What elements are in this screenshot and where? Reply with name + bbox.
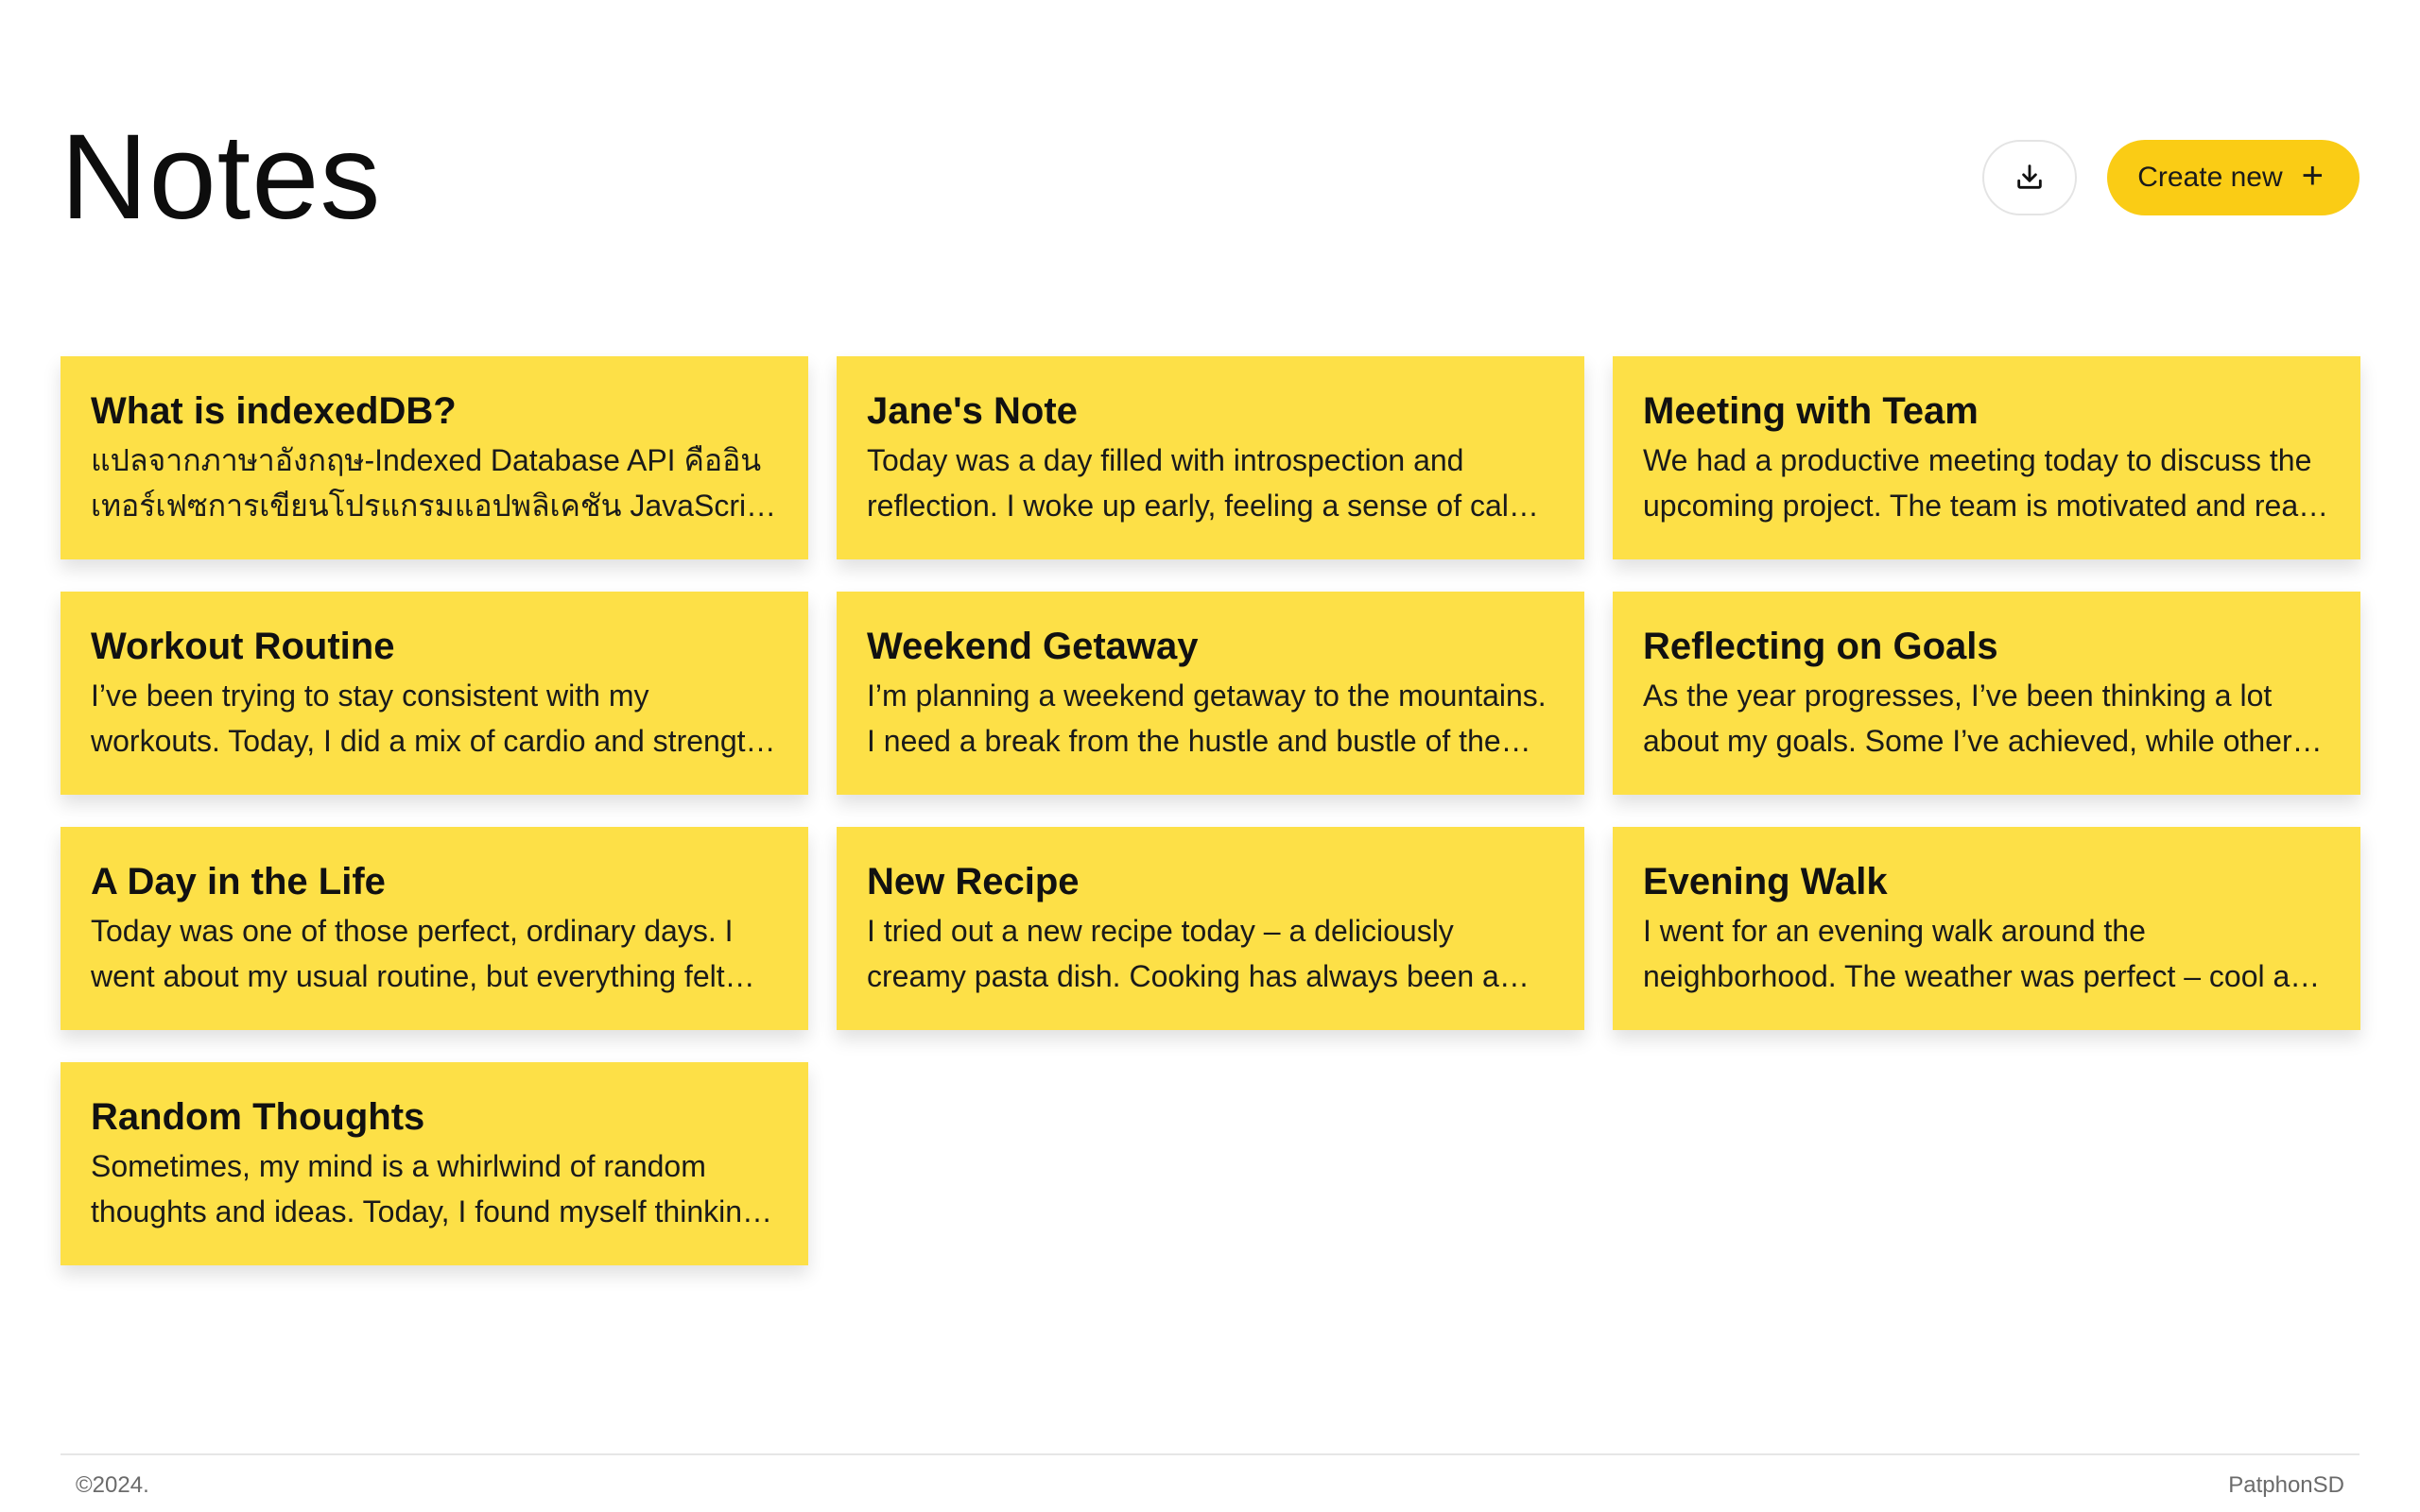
note-card[interactable]: A Day in the Life Today was one of those…	[60, 827, 808, 1030]
note-title: Reflecting on Goals	[1643, 626, 1998, 667]
note-card[interactable]: Weekend Getaway I’m planning a weekend g…	[837, 592, 1584, 795]
note-preview: I’m planning a weekend getaway to the mo…	[867, 679, 1547, 758]
note-title: Meeting with Team	[1643, 390, 1979, 432]
plus-icon: +	[2301, 155, 2324, 197]
export-button[interactable]	[1982, 140, 2078, 215]
note-card[interactable]: Meeting with Team We had a productive me…	[1613, 356, 2360, 559]
note-preview: I’ve been trying to stay consistent with…	[91, 679, 763, 758]
notes-page: Notes Create new + What is indexedDB? แป…	[0, 0, 2420, 1512]
notes-grid: What is indexedDB? แปลจากภาษาอังกฤษ-Inde…	[60, 356, 2360, 1265]
note-preview: Today was a day filled with introspectio…	[867, 443, 1534, 523]
note-title: A Day in the Life	[91, 861, 386, 902]
page-title: Notes	[60, 110, 382, 245]
note-preview: Today was one of those perfect, ordinary…	[91, 914, 734, 993]
create-new-label: Create new	[2137, 162, 2283, 193]
note-title: Evening Walk	[1643, 861, 1888, 902]
download-icon	[2014, 161, 2046, 196]
create-new-button[interactable]: Create new +	[2107, 140, 2360, 215]
note-card[interactable]: Reflecting on Goals As the year progress…	[1613, 592, 2360, 795]
note-card[interactable]: Evening Walk I went for an evening walk …	[1613, 827, 2360, 1030]
note-preview: I tried out a new recipe today – a delic…	[867, 914, 1499, 993]
note-card[interactable]: Jane's Note Today was a day filled with …	[837, 356, 1584, 559]
note-preview: As the year progresses, I’ve been thinki…	[1643, 679, 2308, 758]
page-header: Notes Create new +	[60, 112, 2360, 244]
page-footer: ©2024. PatphonSD	[60, 1453, 2360, 1499]
note-preview: I went for an evening walk around the ne…	[1643, 914, 2324, 993]
note-preview: We had a productive meeting today to dis…	[1643, 443, 2330, 523]
note-title: Weekend Getaway	[867, 626, 1199, 667]
note-card[interactable]: Workout Routine I’ve been trying to stay…	[60, 592, 808, 795]
note-title: Random Thoughts	[91, 1096, 425, 1138]
header-actions: Create new +	[1982, 140, 2360, 215]
note-title: Jane's Note	[867, 390, 1078, 432]
note-preview: Sometimes, my mind is a whirlwind of ran…	[91, 1149, 759, 1228]
author-text: PatphonSD	[2228, 1472, 2344, 1498]
note-card[interactable]: What is indexedDB? แปลจากภาษาอังกฤษ-Inde…	[60, 356, 808, 559]
copyright-text: ©2024.	[76, 1472, 149, 1498]
note-title: New Recipe	[867, 861, 1080, 902]
note-card[interactable]: New Recipe I tried out a new recipe toda…	[837, 827, 1584, 1030]
note-card[interactable]: Random Thoughts Sometimes, my mind is a …	[60, 1062, 808, 1265]
note-preview: แปลจากภาษาอังกฤษ-Indexed Database API คื…	[91, 443, 771, 523]
note-title: What is indexedDB?	[91, 390, 457, 432]
note-title: Workout Routine	[91, 626, 395, 667]
